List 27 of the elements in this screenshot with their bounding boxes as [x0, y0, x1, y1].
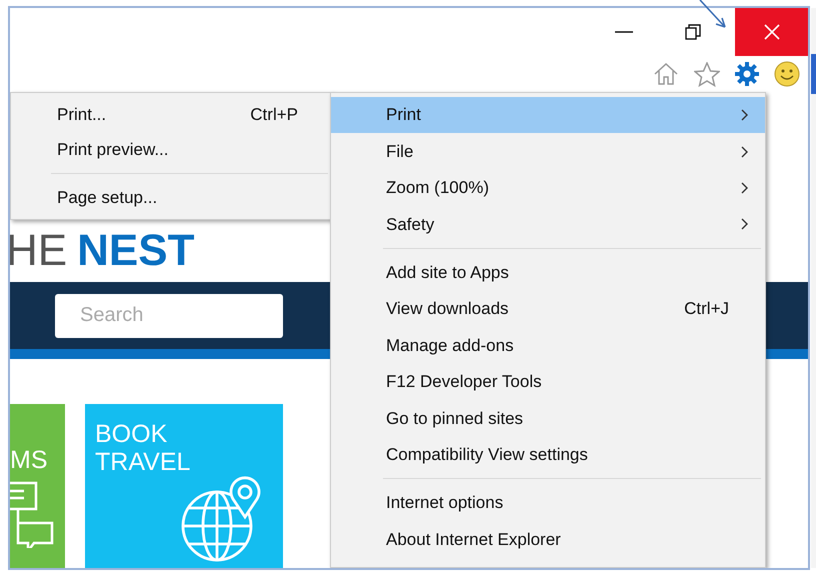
settings-icon[interactable]: [735, 62, 759, 86]
menu-item[interactable]: Safety: [331, 206, 765, 243]
menu-item[interactable]: Compatibility View settings: [331, 436, 765, 473]
close-icon: [764, 24, 780, 40]
menu-item[interactable]: Print... Ctrl+P: [11, 97, 332, 132]
logo-text: NEST: [77, 229, 194, 273]
menu-item[interactable]: Page setup...: [11, 180, 332, 216]
restore-icon[interactable]: [685, 24, 701, 40]
search-field[interactable]: Search: [55, 294, 283, 338]
home-icon[interactable]: [653, 62, 679, 86]
tile-label: MS: [10, 446, 48, 474]
menu-item[interactable]: F12 Developer Tools: [331, 364, 765, 400]
menu-item[interactable]: Go to pinned sites: [331, 400, 765, 437]
menu-item[interactable]: View downloads Ctrl+J: [331, 290, 765, 328]
menu-item[interactable]: Zoom (100%): [331, 170, 765, 206]
menu-item[interactable]: Print: [331, 97, 765, 134]
menu-item[interactable]: Add site to Apps: [331, 254, 765, 291]
star-icon[interactable]: [694, 62, 720, 86]
menu-item[interactable]: About Internet Explorer: [331, 521, 765, 558]
minimize-icon[interactable]: [615, 30, 633, 34]
menu-item[interactable]: Manage add-ons: [331, 327, 765, 364]
menu-item[interactable]: Internet options: [331, 484, 765, 522]
smiley-icon[interactable]: [774, 61, 800, 87]
menu-item[interactable]: Print preview...: [11, 132, 332, 168]
menu-item[interactable]: File: [331, 133, 765, 170]
tile-label: BOOK TRAVEL: [95, 420, 192, 476]
annotation-arrow: [698, 0, 728, 30]
